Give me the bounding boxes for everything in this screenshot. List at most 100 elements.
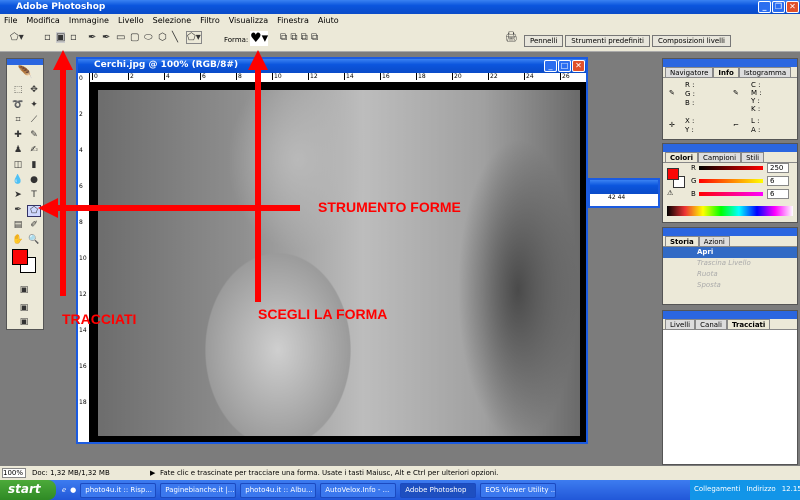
tool-preset-icon[interactable]: ⬠▾ [10, 32, 24, 43]
lasso-tool-icon[interactable]: ➰ [11, 100, 25, 112]
line-icon[interactable]: ╲ [172, 32, 178, 43]
taskbar-button[interactable]: AutoVelox.Info - ... [320, 482, 397, 498]
zoom-field[interactable]: 100% [2, 468, 26, 478]
doc-size[interactable]: Doc: 1,32 MB/1,32 MB [32, 469, 110, 477]
menu-modifica[interactable]: Modifica [26, 16, 59, 26]
zoom-tool-icon[interactable]: 🔍 [27, 235, 41, 247]
pen-icon[interactable]: ✒ [88, 32, 96, 43]
menu-selezione[interactable]: Selezione [153, 16, 191, 26]
photo-canvas[interactable] [90, 83, 586, 442]
tab-stili[interactable]: Stili [741, 152, 765, 162]
slice-tool-icon[interactable]: ⟋ [27, 115, 41, 127]
combine-mode-icons[interactable]: ⧉ ⧉ ⧉ ⧉ [280, 32, 318, 43]
path-select-tool-icon[interactable]: ➤ [11, 190, 25, 202]
panel-header[interactable] [663, 144, 797, 152]
doc-close-button[interactable]: ✕ [572, 60, 585, 72]
custom-shape-icon[interactable]: ⬠▾ [186, 31, 202, 44]
palette-well-icon[interactable]: 🖨 [505, 32, 518, 43]
healing-tool-icon[interactable]: ✚ [11, 130, 25, 142]
eyedropper-tool-icon[interactable]: ✐ [27, 220, 41, 232]
screen-mode-icon[interactable]: ▣ [17, 303, 31, 315]
tab-azioni[interactable]: Azioni [698, 236, 730, 246]
tab-strumenti-predefiniti[interactable]: Strumenti predefiniti [565, 35, 650, 47]
doc2-title-bar[interactable] [590, 180, 658, 194]
start-button[interactable]: start [0, 480, 56, 500]
crop-tool-icon[interactable]: ⌗ [11, 115, 25, 127]
move-tool-icon[interactable]: ✥ [27, 85, 41, 97]
brush-tool-icon[interactable]: ✎ [27, 130, 41, 142]
panel-header[interactable] [663, 311, 797, 319]
b-slider[interactable] [699, 192, 763, 196]
doc-maximize-button[interactable]: □ [558, 60, 571, 72]
tab-istogramma[interactable]: Istogramma [738, 67, 792, 77]
menu-finestra[interactable]: Finestra [277, 16, 309, 26]
tab-livelli[interactable]: Livelli [665, 319, 696, 329]
history-item[interactable]: Trascina Livello [663, 258, 797, 269]
ellipse-icon[interactable]: ⬭ [144, 32, 153, 43]
foreground-swatch[interactable] [667, 168, 679, 180]
menu-immagine[interactable]: Immagine [69, 16, 109, 26]
gamut-warning-icon[interactable]: ⚠ [667, 189, 673, 197]
links-toolbar[interactable]: Collegamenti [694, 485, 740, 495]
menu-file[interactable]: File [4, 16, 17, 26]
polygon-icon[interactable]: ⬡ [158, 32, 167, 43]
history-brush-tool-icon[interactable]: ✍ [27, 145, 41, 157]
tab-tracciati[interactable]: Tracciati [726, 319, 771, 329]
stamp-tool-icon[interactable]: ♟ [11, 145, 25, 157]
blur-tool-icon[interactable]: 💧 [11, 175, 25, 187]
rectangle-icon[interactable]: ▭ [116, 32, 125, 43]
taskbar-button[interactable]: photo4u.it :: Risp... [80, 482, 157, 498]
dodge-tool-icon[interactable]: ● [27, 175, 41, 187]
magic-wand-tool-icon[interactable]: ✦ [27, 100, 41, 112]
hand-tool-icon[interactable]: ✋ [11, 235, 25, 247]
quickmask-icon[interactable]: ▣ [17, 285, 31, 297]
eraser-tool-icon[interactable]: ◫ [11, 160, 25, 172]
history-item[interactable]: Apri [663, 247, 797, 258]
pen-tool-icon[interactable]: ✒ [11, 205, 25, 217]
foreground-color-icon[interactable] [12, 249, 28, 265]
tab-pennelli[interactable]: Pennelli [524, 35, 564, 47]
document-window-2[interactable]: 42 44 [588, 178, 660, 208]
taskbar-button[interactable]: photo4u.it :: Albu... [240, 482, 317, 498]
menu-aiuto[interactable]: Aiuto [318, 16, 339, 26]
close-button[interactable]: ✕ [786, 1, 799, 13]
history-item[interactable]: Ruota [663, 269, 797, 280]
history-item[interactable]: Sposta [663, 280, 797, 291]
minimize-button[interactable]: _ [758, 1, 771, 13]
marquee-tool-icon[interactable]: ⬚ [11, 85, 25, 97]
r-slider[interactable] [699, 166, 763, 170]
imageready-icon[interactable]: ▣ [17, 317, 31, 329]
fill-pixels-icon[interactable]: ▫ [70, 32, 77, 43]
heart-icon[interactable]: ♥▾ [250, 31, 269, 46]
restore-button[interactable]: ❐ [772, 1, 785, 13]
quicklaunch-ie-icon[interactable]: ℯ [62, 486, 66, 494]
panel-header[interactable] [663, 59, 797, 67]
tab-storia[interactable]: Storia [665, 236, 699, 246]
address-toolbar[interactable]: Indirizzo [746, 485, 775, 495]
taskbar-button[interactable]: Adobe Photoshop [400, 482, 477, 498]
g-slider[interactable] [699, 179, 763, 183]
paths-mode-icon[interactable]: ▣ [56, 32, 66, 43]
tab-colori[interactable]: Colori [665, 152, 699, 162]
tab-campioni[interactable]: Campioni [698, 152, 742, 162]
gradient-tool-icon[interactable]: ▮ [27, 160, 41, 172]
g-input[interactable]: 6 [767, 176, 789, 186]
menu-livello[interactable]: Livello [118, 16, 144, 26]
freeform-pen-icon[interactable]: ✒ [102, 32, 110, 43]
color-ramp[interactable] [667, 206, 793, 216]
menu-visualizza[interactable]: Visualizza [229, 16, 268, 26]
taskbar-button[interactable]: Paginebianche.it |... [160, 482, 237, 498]
b-input[interactable]: 6 [767, 189, 789, 199]
taskbar-button[interactable]: EOS Viewer Utility ... [480, 482, 557, 498]
tab-composizioni-livelli[interactable]: Composizioni livelli [651, 35, 731, 47]
tab-info[interactable]: Info [713, 67, 739, 77]
r-input[interactable]: 250 [767, 163, 789, 173]
notes-tool-icon[interactable]: ▤ [11, 220, 25, 232]
tab-canali[interactable]: Canali [695, 319, 727, 329]
panel-header[interactable] [663, 228, 797, 236]
rounded-rectangle-icon[interactable]: ▢ [130, 32, 139, 43]
shape-layers-icon[interactable]: ▫ [44, 32, 51, 43]
menu-filtro[interactable]: Filtro [200, 16, 220, 26]
tab-navigatore[interactable]: Navigatore [665, 67, 714, 77]
doc-minimize-button[interactable]: _ [544, 60, 557, 72]
